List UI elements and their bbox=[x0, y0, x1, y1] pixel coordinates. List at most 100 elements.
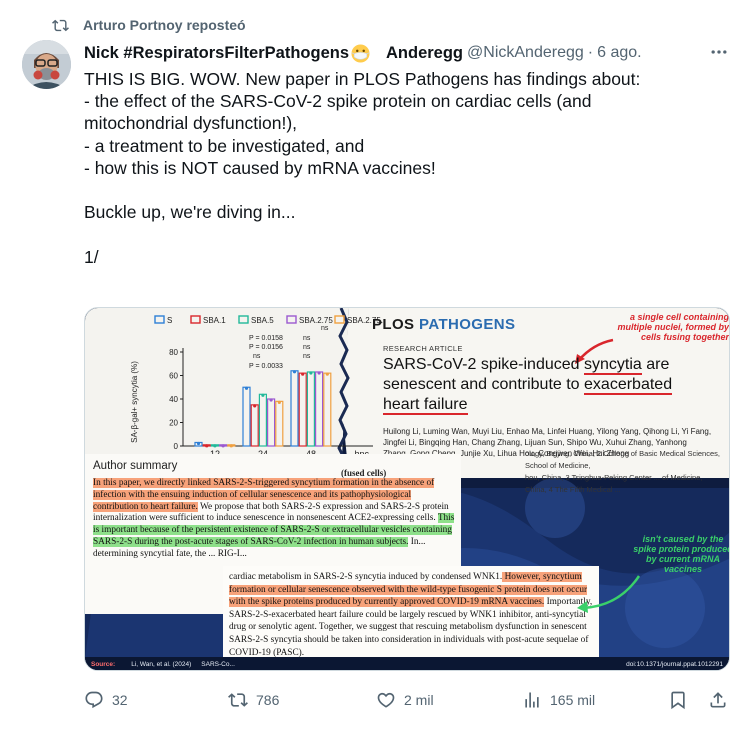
bookmark-button[interactable] bbox=[668, 686, 696, 714]
reply-count: 32 bbox=[112, 692, 128, 708]
bar-chart: SSBA.1SBA.5SBA.2.75SBA.2.75.2020406080SA… bbox=[130, 315, 383, 459]
data-point bbox=[277, 400, 281, 404]
paper-title-part: SARS-CoV-2 spike-induced bbox=[383, 356, 580, 373]
more-icon bbox=[711, 50, 727, 54]
data-point bbox=[229, 444, 233, 448]
heart-icon bbox=[377, 692, 395, 708]
repost-icon bbox=[228, 693, 248, 707]
legend-swatch bbox=[334, 315, 345, 324]
excerpt-text-plain: cardiac metabolism in SARS-2-S syncytia … bbox=[229, 572, 503, 582]
doi-text: doi:10.1371/journal.ppat.1012291 bbox=[626, 661, 723, 668]
significance-label: ns bbox=[303, 344, 311, 351]
repost-text: Arturo Portnoy reposteó bbox=[83, 17, 246, 33]
author-handle[interactable]: @NickAnderegg bbox=[467, 44, 584, 62]
repost-count: 786 bbox=[256, 692, 280, 708]
repost-button[interactable]: 786 bbox=[228, 686, 279, 714]
reply-button[interactable]: 32 bbox=[84, 686, 128, 714]
author-name[interactable]: Nick #RespiratorsFilterPathogens bbox=[84, 44, 349, 63]
source-text: Li, Wan, et al. (2024) bbox=[131, 661, 192, 668]
tweet-actions: 32 786 2 mil 165 mil bbox=[84, 686, 730, 714]
bar bbox=[267, 398, 276, 447]
y-tick-label: 60 bbox=[169, 372, 178, 381]
tweet[interactable]: Arturo Portnoy reposteó Nick #Respirator… bbox=[0, 0, 756, 730]
legend-label: SBA.2.75 bbox=[299, 316, 333, 325]
significance-label: P = 0.0158 bbox=[249, 335, 283, 342]
more-options-button[interactable] bbox=[702, 40, 736, 64]
tweet-line bbox=[84, 179, 724, 201]
legend-swatch bbox=[238, 315, 249, 324]
affiliation-line: ology, Beijing, China, 2 College of Basi… bbox=[525, 449, 720, 470]
tweet-line: mitochondrial dysfunction!), bbox=[84, 113, 298, 134]
tweet-line: - how this is NOT caused by mRNA vaccine… bbox=[84, 157, 436, 178]
tweet-line: - the effect of the SARS-CoV-2 spike pro… bbox=[84, 91, 592, 112]
legend-label: SBA.1 bbox=[203, 316, 226, 325]
repost-indicator[interactable]: Arturo Portnoy reposteó bbox=[52, 14, 246, 36]
article-type: RESEARCH ARTICLE bbox=[383, 344, 463, 353]
tweet-header: Nick #RespiratorsFilterPathogens Andereg… bbox=[84, 42, 642, 64]
data-point bbox=[325, 372, 329, 376]
views-button[interactable]: 165 mil bbox=[522, 686, 595, 714]
paper-title: SARS-CoV-2 spike-induced syncytia are se… bbox=[383, 355, 713, 415]
paper-title-part: senescent and contribute to bbox=[383, 376, 580, 393]
repost-icon bbox=[52, 19, 69, 31]
author-summary-text: In this paper, we directly linked SARS-2… bbox=[93, 478, 455, 561]
bar bbox=[306, 371, 315, 447]
data-point bbox=[253, 404, 257, 408]
data-point bbox=[292, 370, 297, 374]
tweet-line: THIS IS BIG. WOW. New paper in PLOS Path… bbox=[84, 69, 641, 89]
y-axis-label: SA-β-gal+ syncytia (%) bbox=[130, 361, 139, 443]
data-point bbox=[213, 444, 217, 448]
y-tick-label: 0 bbox=[174, 442, 179, 451]
legend-label: S bbox=[167, 316, 172, 325]
paper-title-exacerbated: exacerbated bbox=[584, 376, 673, 395]
significance-label: ns bbox=[303, 335, 311, 342]
reply-icon bbox=[85, 691, 103, 709]
journal-logo: PLOS PATHOGENS bbox=[372, 316, 515, 333]
tweet-text: THIS IS BIG. WOW. New paper in PLOS Path… bbox=[84, 68, 724, 268]
image-source-bar: Source: Li, Wan, et al. (2024) SARS-Co..… bbox=[85, 657, 729, 670]
author-summary-heading: Author summary bbox=[93, 460, 178, 472]
like-count: 2 mil bbox=[404, 692, 434, 708]
paper-title-heart-failure: heart failure bbox=[383, 396, 468, 415]
legend-swatch bbox=[286, 315, 297, 324]
data-point bbox=[269, 398, 273, 402]
tweet-time[interactable]: 6 ago. bbox=[597, 44, 641, 62]
views-icon bbox=[525, 692, 539, 708]
affiliation-line: hou, China, 3 Tsinghua-Peking Center ...… bbox=[525, 473, 703, 482]
legend-label: SBA.5 bbox=[251, 316, 274, 325]
author-name-suffix[interactable]: Anderegg bbox=[386, 44, 463, 63]
bar bbox=[323, 372, 332, 447]
bar bbox=[290, 370, 299, 447]
legend-swatch bbox=[190, 315, 201, 324]
syncytia-annotation: a single cell containing multiple nuclei… bbox=[617, 312, 729, 342]
significance-label: ns bbox=[253, 353, 261, 360]
significance-label: P = 0.0033 bbox=[249, 363, 283, 370]
share-button[interactable] bbox=[708, 686, 736, 714]
data-point bbox=[244, 386, 249, 390]
bar bbox=[298, 372, 307, 447]
bookmark-icon bbox=[671, 691, 685, 710]
like-button[interactable]: 2 mil bbox=[376, 686, 434, 714]
legend-swatch bbox=[154, 315, 165, 324]
paper-affiliations: ology, Beijing, China, 2 College of Basi… bbox=[525, 448, 725, 496]
green-arrow-icon bbox=[577, 575, 641, 613]
bar bbox=[315, 371, 324, 447]
avatar[interactable] bbox=[22, 40, 71, 89]
y-tick-label: 20 bbox=[169, 419, 178, 428]
paper-title-syncytia: syncytia bbox=[584, 356, 642, 375]
separator-dot: · bbox=[587, 44, 594, 61]
avatar-image bbox=[22, 40, 71, 89]
data-point bbox=[196, 441, 201, 446]
data-point bbox=[301, 372, 305, 376]
bar bbox=[250, 404, 259, 447]
mask-emoji-icon bbox=[351, 43, 370, 63]
abstract-excerpt: cardiac metabolism in SARS-2-S syncytia … bbox=[223, 566, 599, 666]
source-title: SARS-Co... bbox=[201, 661, 235, 668]
significance-label: ns bbox=[321, 325, 329, 332]
bar bbox=[275, 400, 284, 447]
data-point bbox=[317, 371, 321, 375]
data-point bbox=[205, 444, 209, 448]
journal-logo-pathogens: PATHOGENS bbox=[419, 316, 516, 333]
tweet-media-image[interactable]: SSBA.1SBA.5SBA.2.75SBA.2.75.2020406080SA… bbox=[84, 307, 730, 671]
significance-label: P = 0.0156 bbox=[249, 344, 283, 351]
